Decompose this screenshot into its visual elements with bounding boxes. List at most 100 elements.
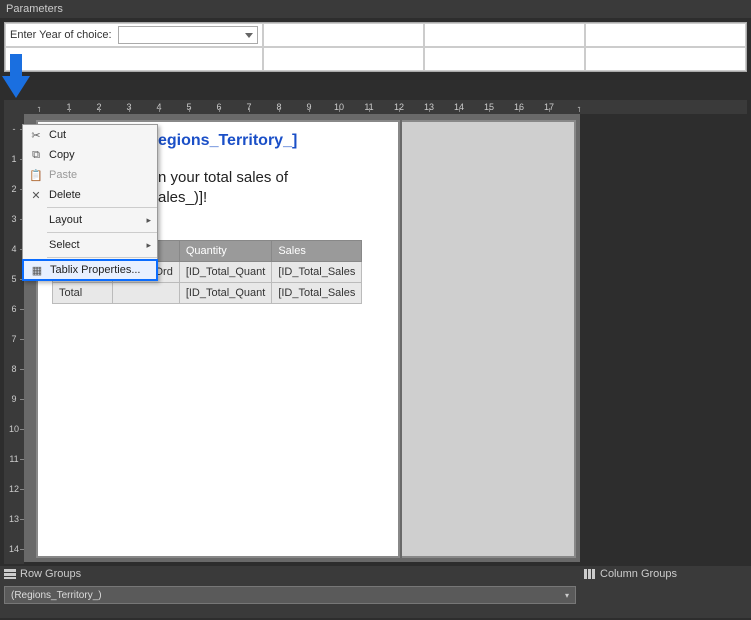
ruler-tick: 17 bbox=[534, 102, 564, 112]
properties-icon: ▦ bbox=[28, 262, 46, 278]
parameter-label: Enter Year of choice: bbox=[10, 29, 112, 41]
column-groups-header: Column Groups bbox=[580, 566, 751, 582]
row-groups-panel: (Regions_Territory_) ▾ bbox=[0, 582, 580, 618]
menu-separator bbox=[47, 257, 157, 258]
row-groups-header: Row Groups bbox=[0, 566, 580, 582]
menu-label: Cut bbox=[45, 129, 151, 141]
menu-label: Tablix Properties... bbox=[46, 264, 150, 276]
table-cell[interactable]: Total bbox=[53, 283, 113, 304]
ruler-tick: 5 bbox=[174, 102, 204, 112]
menu-layout[interactable]: Layout bbox=[23, 210, 157, 230]
delete-icon: ✕ bbox=[27, 187, 45, 203]
parameter-empty-cell bbox=[263, 47, 424, 71]
blank-icon bbox=[27, 212, 45, 228]
ruler-tick: 6 bbox=[4, 294, 24, 324]
ruler-tick: 7 bbox=[234, 102, 264, 112]
ruler-tick: 12 bbox=[4, 474, 24, 504]
vertical-ruler: - 1 2 3 4 5 6 7 8 9 10 11 12 13 14 bbox=[4, 114, 24, 564]
context-menu: ✂ Cut ⧉ Copy 📋 Paste ✕ Delete Layout Sel… bbox=[22, 124, 158, 281]
parameter-empty-cell bbox=[424, 23, 585, 47]
ruler-tick: 14 bbox=[4, 534, 24, 564]
table-cell[interactable]: [ID_Total_Quant bbox=[179, 283, 272, 304]
table-cell[interactable]: [ID_Total_Sales bbox=[272, 262, 362, 283]
ruler-tick: 1 bbox=[54, 102, 84, 112]
groups-bar: Row Groups Column Groups bbox=[0, 566, 751, 582]
parameter-empty-cell bbox=[585, 23, 746, 47]
ruler-tick: 8 bbox=[264, 102, 294, 112]
dropdown-arrow-icon[interactable]: ▾ bbox=[565, 591, 569, 600]
parameter-empty-cell bbox=[5, 47, 263, 71]
parameter-empty-cell bbox=[263, 23, 424, 47]
parameter-empty-cell bbox=[585, 47, 746, 71]
subtitle-line: n your total sales of bbox=[158, 169, 288, 186]
ruler-tick: 8 bbox=[4, 354, 24, 384]
ruler-tick: 11 bbox=[354, 102, 384, 112]
table-cell[interactable]: [ID_Total_Sales bbox=[272, 283, 362, 304]
ruler-tick: 3 bbox=[114, 102, 144, 112]
ruler-tick: 9 bbox=[4, 384, 24, 414]
menu-copy[interactable]: ⧉ Copy bbox=[23, 145, 157, 165]
table-header-cell[interactable]: Quantity bbox=[179, 241, 272, 262]
ruler-tick: 13 bbox=[4, 504, 24, 534]
parameters-title: Parameters bbox=[6, 3, 63, 15]
ruler-tick: 3 bbox=[4, 204, 24, 234]
menu-label: Select bbox=[45, 239, 146, 251]
scissors-icon: ✂ bbox=[27, 127, 45, 143]
menu-label: Copy bbox=[45, 149, 151, 161]
menu-label: Paste bbox=[45, 169, 151, 181]
column-groups-panel bbox=[580, 582, 751, 618]
parameters-panel-body: Enter Year of choice: bbox=[4, 22, 747, 72]
ruler-tick: 1 bbox=[4, 144, 24, 174]
ruler-tick: - bbox=[4, 114, 24, 144]
ruler-tick: 10 bbox=[4, 414, 24, 444]
ruler-tick: 2 bbox=[4, 174, 24, 204]
ruler-tick: 14 bbox=[444, 102, 474, 112]
menu-separator bbox=[47, 207, 157, 208]
ruler-tick: 11 bbox=[4, 444, 24, 474]
ruler-tick: 10 bbox=[324, 102, 354, 112]
ruler-tick: 6 bbox=[204, 102, 234, 112]
ruler-tick: 2 bbox=[84, 102, 114, 112]
ruler-tick: 15 bbox=[474, 102, 504, 112]
menu-select[interactable]: Select bbox=[23, 235, 157, 255]
column-groups-icon bbox=[584, 569, 596, 579]
menu-label: Delete bbox=[45, 189, 151, 201]
parameter-year-dropdown[interactable] bbox=[118, 26, 258, 44]
ruler-tick: 16 bbox=[504, 102, 534, 112]
table-header-cell[interactable]: Sales bbox=[272, 241, 362, 262]
blank-icon bbox=[27, 237, 45, 253]
menu-separator bbox=[47, 232, 157, 233]
horizontal-ruler: - 1 2 3 4 5 6 7 8 9 10 11 12 13 14 15 16… bbox=[24, 100, 747, 114]
row-group-item[interactable]: (Regions_Territory_) ▾ bbox=[4, 586, 576, 604]
ruler-tick: - bbox=[564, 102, 594, 112]
ruler-tick: - bbox=[24, 102, 54, 112]
parameter-empty-cell bbox=[424, 47, 585, 71]
ruler-tick: 4 bbox=[144, 102, 174, 112]
table-cell[interactable] bbox=[113, 283, 180, 304]
parameters-panel-header: Parameters bbox=[0, 0, 751, 18]
table-row[interactable]: Total [ID_Total_Quant [ID_Total_Sales bbox=[53, 283, 362, 304]
row-group-label: (Regions_Territory_) bbox=[11, 590, 102, 601]
menu-delete[interactable]: ✕ Delete bbox=[23, 185, 157, 205]
parameters-row-1: Enter Year of choice: bbox=[5, 23, 746, 47]
paste-icon: 📋 bbox=[27, 167, 45, 183]
ruler-tick: 5 bbox=[4, 264, 24, 294]
annotation-arrow-down-icon bbox=[2, 54, 30, 98]
parameter-cell: Enter Year of choice: bbox=[5, 23, 263, 47]
column-groups-title: Column Groups bbox=[600, 568, 677, 580]
menu-paste: 📋 Paste bbox=[23, 165, 157, 185]
ruler-corner bbox=[4, 100, 24, 114]
menu-label: Layout bbox=[45, 214, 146, 226]
subtitle-line: ales_)]! bbox=[158, 189, 207, 206]
ruler-tick: 12 bbox=[384, 102, 414, 112]
copy-icon: ⧉ bbox=[27, 147, 45, 163]
parameters-row-2 bbox=[5, 47, 746, 71]
page-margin-area bbox=[402, 120, 576, 558]
ruler-tick: 4 bbox=[4, 234, 24, 264]
row-groups-title: Row Groups bbox=[20, 568, 81, 580]
row-groups-icon bbox=[4, 569, 16, 579]
table-cell[interactable]: [ID_Total_Quant bbox=[179, 262, 272, 283]
menu-cut[interactable]: ✂ Cut bbox=[23, 125, 157, 145]
ruler-tick: 9 bbox=[294, 102, 324, 112]
menu-tablix-properties[interactable]: ▦ Tablix Properties... bbox=[22, 259, 158, 281]
